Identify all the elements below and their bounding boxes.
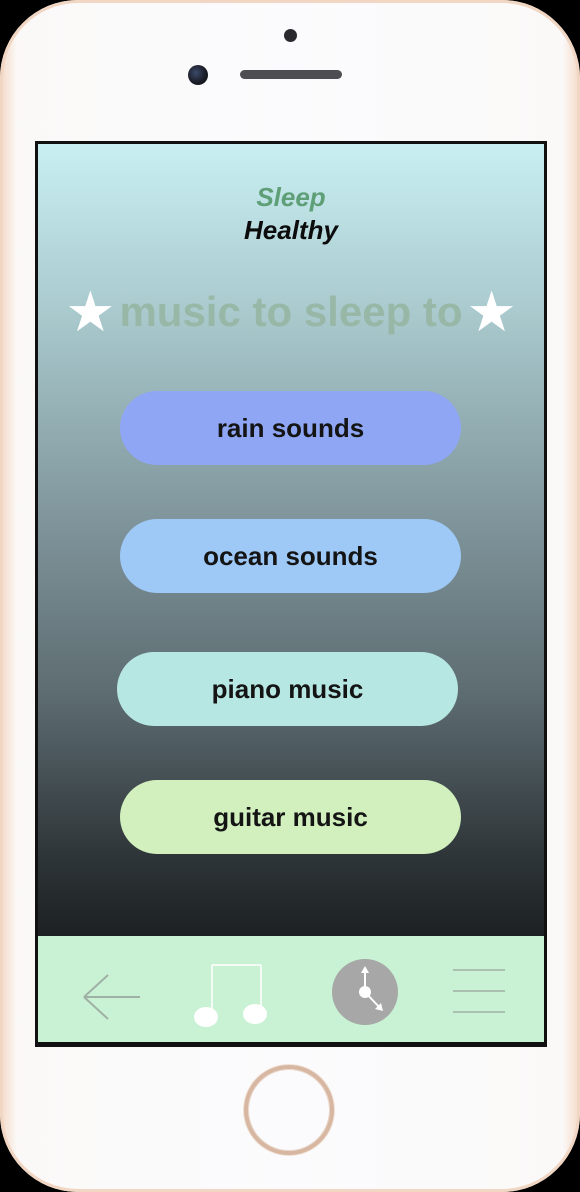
earpiece-speaker [240,70,342,79]
front-camera [188,65,208,85]
music-note-icon [194,964,267,1027]
home-button[interactable] [244,1065,334,1155]
headline-text: music to sleep to [119,288,463,335]
star-icon: ★ [65,280,116,343]
ocean-sounds-button[interactable]: ocean sounds [120,519,461,593]
headline: ★ music to sleep to ★ [38,284,544,340]
piano-music-button[interactable]: piano music [117,652,458,726]
clock-icon [332,959,398,1025]
menu-icon [453,969,505,1013]
menu-button[interactable] [451,966,507,1016]
bottom-tab-bar [38,936,544,1042]
back-arrow-icon [83,974,140,1020]
screen: Sleep Healthy ★ music to sleep to ★ rain… [35,141,547,1047]
timer-tab[interactable] [331,958,399,1026]
main-content: Sleep Healthy ★ music to sleep to ★ rain… [38,144,544,936]
brand-title-sleep: Sleep [256,182,326,212]
music-tab[interactable] [189,960,269,1030]
phone-frame: Sleep Healthy ★ music to sleep to ★ rain… [0,0,580,1192]
sensor-dot [284,29,297,42]
star-icon: ★ [466,280,517,343]
guitar-music-button[interactable]: guitar music [120,780,461,854]
rain-sounds-button[interactable]: rain sounds [120,391,461,465]
back-button[interactable] [82,972,142,1022]
brand-title-healthy: Healthy [244,215,338,245]
